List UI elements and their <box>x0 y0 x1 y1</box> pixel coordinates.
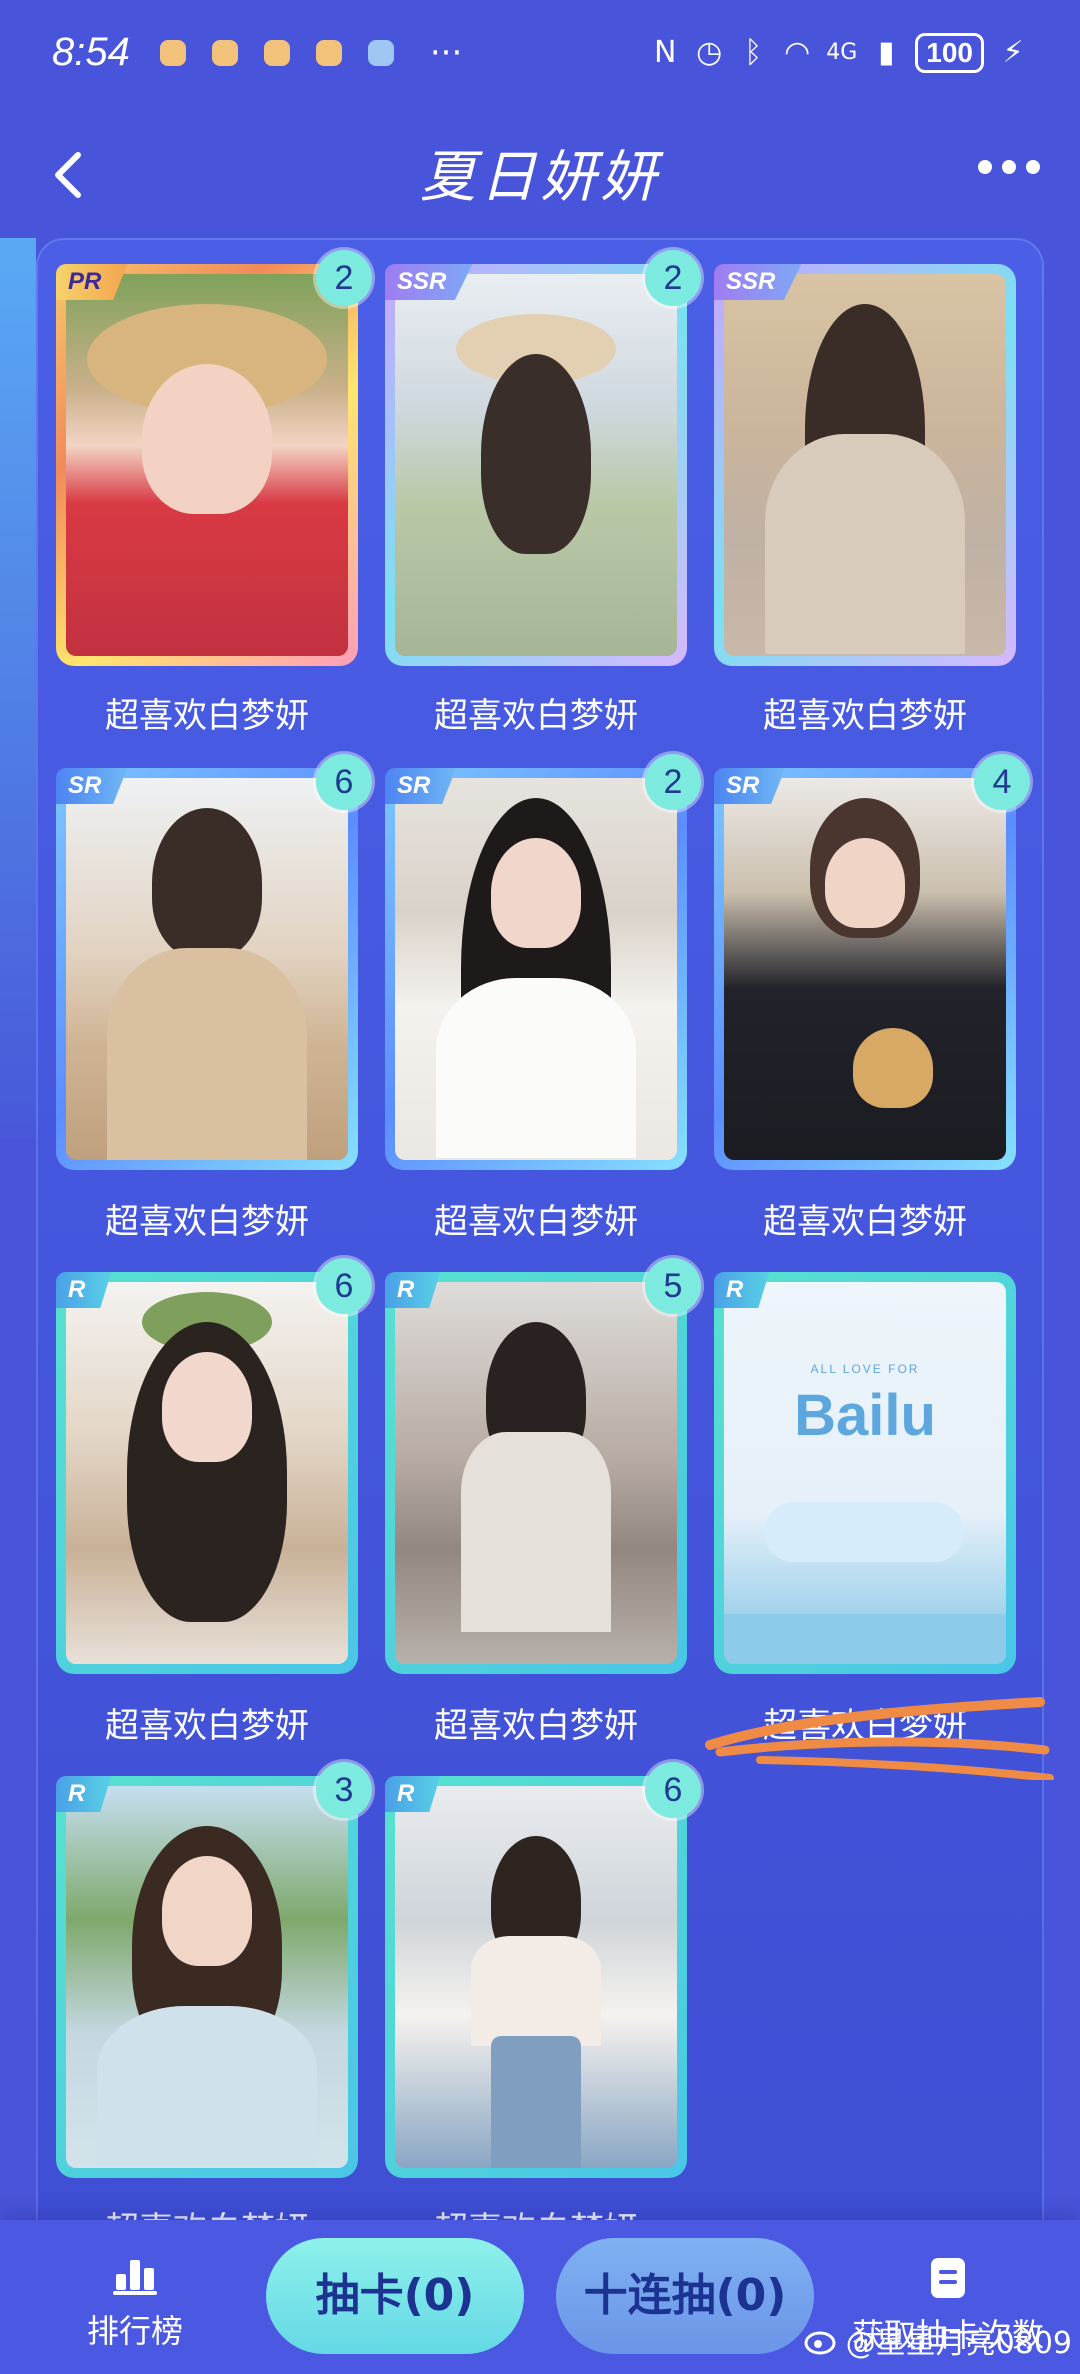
card-photo: ALL LOVE FOR Bailu <box>724 1282 1006 1664</box>
app-notification-icon <box>367 39 394 66</box>
photo-subject <box>461 1432 611 1632</box>
back-button[interactable] <box>40 145 100 205</box>
count-badge: 6 <box>645 1762 701 1818</box>
page-title: 夏日妍妍 <box>420 145 660 210</box>
card-name: 超喜欢白梦妍 <box>434 1706 638 1746</box>
network-type: 4G <box>826 40 858 65</box>
photo-subject <box>436 978 636 1158</box>
weibo-icon <box>804 2331 836 2355</box>
wifi-icon: ◠ <box>784 34 811 70</box>
card-name: 超喜欢白梦妍 <box>763 696 967 736</box>
collection-card[interactable]: SSR 2 <box>385 250 701 666</box>
dot-icon <box>1002 160 1016 174</box>
card-photo <box>66 1786 348 2168</box>
app-notification-icon <box>211 39 238 66</box>
collection-card[interactable]: SR 2 <box>385 754 701 1170</box>
photo-subject <box>471 1936 601 2046</box>
more-options-button[interactable] <box>978 160 1040 174</box>
count-badge: 6 <box>316 754 372 810</box>
task-list-icon <box>931 2258 965 2298</box>
photo-subject <box>825 838 905 928</box>
dot-icon <box>978 160 992 174</box>
notification-icons: ··· <box>159 32 463 73</box>
photo-subject <box>491 2036 581 2168</box>
bluetooth-icon: ᛒ <box>744 34 763 70</box>
collection-card[interactable]: R 6 <box>56 1258 372 1674</box>
count-badge: 3 <box>316 1762 372 1818</box>
collection-card[interactable]: SR 4 <box>714 754 1030 1170</box>
collection-card[interactable]: R 5 <box>385 1258 701 1674</box>
count-badge: 2 <box>645 754 701 810</box>
status-bar: 8:54 ··· N ◷ ᛒ ◠ 4G ▮ 100 ⚡ <box>0 0 1080 105</box>
background-glow <box>0 238 36 1138</box>
card-photo <box>66 1282 348 1664</box>
app-notification-icon <box>315 39 342 66</box>
count-badge: 4 <box>974 754 1030 810</box>
more-notifications-icon: ··· <box>429 32 463 73</box>
card-name: 超喜欢白梦妍 <box>434 696 638 736</box>
watermark: @星星月亮0809 <box>804 2318 1072 2362</box>
card-photo <box>395 1786 677 2168</box>
header: 夏日妍妍 <box>0 105 1080 240</box>
alarm-icon: ◷ <box>696 34 723 70</box>
photo-subject <box>107 948 307 1160</box>
card-photo <box>395 1282 677 1664</box>
leaderboard-label: 排行榜 <box>86 2312 183 2350</box>
photo-subject <box>765 434 965 654</box>
card-name: 超喜欢白梦妍 <box>105 1706 309 1746</box>
card-photo <box>395 274 677 656</box>
bailu-subtitle: ALL LOVE FOR <box>810 1362 920 1376</box>
battery-indicator: 100 <box>915 32 984 73</box>
collection-card[interactable]: ALL LOVE FOR Bailu R <box>714 1272 1016 1674</box>
card-collection-panel: PR 2 超喜欢白梦妍 SSR 2 超喜欢白梦妍 SSR 超喜欢白梦妍 SR 6… <box>36 238 1044 2250</box>
card-name: 超喜欢白梦妍 <box>105 696 309 736</box>
scribble-mark <box>705 1697 1054 1780</box>
photo-subject <box>142 364 272 514</box>
status-indicators: N ◷ ᛒ ◠ 4G ▮ 100 ⚡ <box>650 32 1028 73</box>
card-name: 超喜欢白梦妍 <box>105 1202 309 1242</box>
watermark-text: @星星月亮0809 <box>845 2326 1072 2361</box>
app-notification-icon <box>159 39 186 66</box>
collection-card[interactable]: SSR <box>714 264 1016 666</box>
card-name: 超喜欢白梦妍 <box>434 1202 638 1242</box>
collection-card[interactable]: SR 6 <box>56 754 372 1170</box>
collection-card[interactable]: R 6 <box>385 1762 701 2178</box>
photo-subject <box>162 1856 252 1966</box>
bailu-title: Bailu <box>794 1383 936 1448</box>
photo-subject <box>481 354 591 554</box>
signal-icon: ▮ <box>878 34 895 70</box>
photo-subject <box>152 808 262 958</box>
card-photo <box>724 778 1006 1160</box>
photo-subject <box>97 2006 317 2166</box>
draw-card-button[interactable]: 抽卡(0) <box>266 2238 524 2354</box>
count-badge: 2 <box>645 250 701 306</box>
collection-card[interactable]: R 3 <box>56 1762 372 2178</box>
card-photo <box>395 778 677 1160</box>
card-photo <box>66 778 348 1160</box>
bailu-footer <box>724 1614 1006 1664</box>
count-badge: 2 <box>316 250 372 306</box>
card-photo <box>724 274 1006 656</box>
cloud-illustration <box>764 1502 964 1562</box>
count-badge: 5 <box>645 1258 701 1314</box>
collection-card[interactable]: PR 2 <box>56 250 372 666</box>
photo-subject <box>162 1352 252 1462</box>
count-badge: 6 <box>316 1258 372 1314</box>
leaderboard-icon <box>113 2260 157 2295</box>
photo-subject <box>491 838 581 948</box>
app-notification-icon <box>263 39 290 66</box>
card-photo <box>66 274 348 656</box>
charging-icon: ⚡ <box>1002 34 1024 70</box>
ten-draw-button[interactable]: 十连抽(0) <box>556 2238 814 2354</box>
card-name: 超喜欢白梦妍 <box>763 1202 967 1242</box>
status-time: 8:54 <box>52 30 130 74</box>
nfc-icon: N <box>654 34 677 70</box>
photo-subject <box>853 1028 934 1108</box>
leaderboard-button[interactable]: 排行榜 <box>70 2256 200 2352</box>
dot-icon <box>1026 160 1040 174</box>
